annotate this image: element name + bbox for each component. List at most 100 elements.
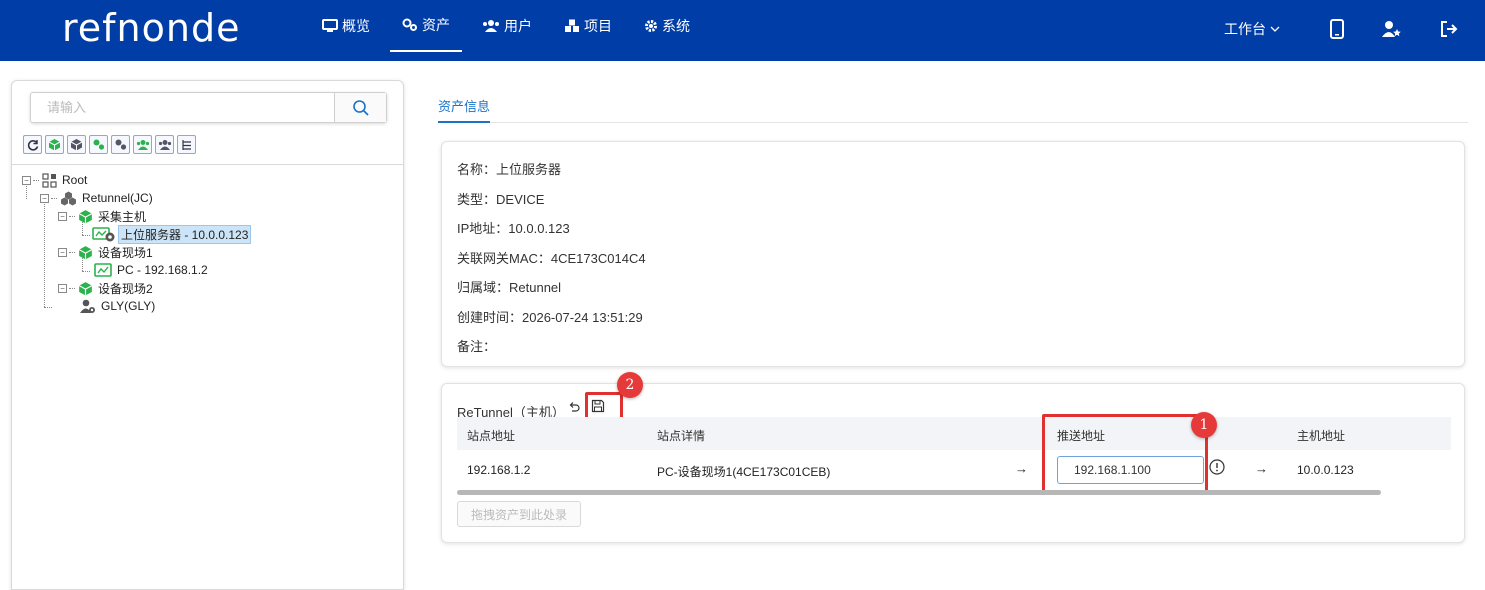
add-device-button[interactable] xyxy=(89,135,108,154)
horizontal-scrollbar[interactable] xyxy=(457,490,1381,495)
users-green-icon xyxy=(136,139,149,150)
cell-site-detail: PC-设备现场1(4CE173C01CEB) xyxy=(657,465,831,479)
brand-logo[interactable]: refnonde xyxy=(62,6,240,50)
tree-node-root[interactable]: − Root xyxy=(22,171,87,189)
tree-node-domain[interactable]: − Retunnel(JC) xyxy=(40,189,153,207)
info-key: IP地址： xyxy=(457,221,509,236)
add-users-button[interactable] xyxy=(133,135,152,154)
workbench-label: 工作台 xyxy=(1224,21,1266,37)
nav-users-label: 用户 xyxy=(504,18,532,34)
undo-icon[interactable] xyxy=(568,401,580,413)
tree-node-label: Retunnel(JC) xyxy=(82,191,153,205)
list-tree-button[interactable] xyxy=(177,135,196,154)
tree-node-group-collect[interactable]: − 采集主机 xyxy=(58,207,146,225)
highlight-box-input xyxy=(1042,414,1208,493)
col-site-detail: 站点详情 xyxy=(657,429,706,443)
info-domain: 归属域：Retunnel xyxy=(457,277,561,296)
tree-node-label: 设备现场2 xyxy=(98,281,153,296)
tree-search-button[interactable] xyxy=(334,93,386,122)
mobile-icon[interactable] xyxy=(1330,19,1344,39)
info-key: 创建时间： xyxy=(457,310,523,325)
tree-connector xyxy=(44,307,52,308)
info-mac: 关联网关MAC：4CE173C014C4 xyxy=(457,248,646,267)
chevron-down-icon xyxy=(1270,26,1280,32)
tree-toolbar xyxy=(23,135,199,154)
grid-icon xyxy=(42,172,57,188)
tree-node-group-site2[interactable]: − 设备现场2 xyxy=(58,279,153,297)
retunnel-card: ReTunnel（主机） 2 站点地址 站点详情 推送地址 主机地址 192.1… xyxy=(441,372,1465,543)
info-value: 2026-07-24 13:51:29 xyxy=(522,310,643,325)
info-note: 备注： xyxy=(457,336,496,355)
drop-asset-zone[interactable]: 拖拽资产到此处录 xyxy=(457,501,581,527)
collapse-icon[interactable]: − xyxy=(58,211,67,221)
info-key: 类型： xyxy=(457,192,497,207)
nav-assets[interactable]: 资产 xyxy=(390,0,462,52)
cell-host-addr: 10.0.0.123 xyxy=(1297,463,1354,477)
nav-overview-label: 概览 xyxy=(342,18,370,34)
tree-node-group-site1[interactable]: − 设备现场1 xyxy=(58,243,153,261)
add-group-button[interactable] xyxy=(45,135,64,154)
info-value: 4CE173C014C4 xyxy=(550,251,646,266)
tree-dash xyxy=(69,215,75,217)
tab-asset-info[interactable]: 资产信息 xyxy=(438,94,491,123)
info-key: 关联网关MAC： xyxy=(457,251,551,266)
tree-node-server[interactable]: 上位服务器 - 10.0.0.123 xyxy=(92,224,252,244)
nav-users[interactable]: 用户 xyxy=(470,0,544,52)
user-star-icon[interactable] xyxy=(1382,20,1402,38)
tree-search-input[interactable] xyxy=(31,93,334,122)
user-gear-icon xyxy=(80,299,96,314)
info-value: DEVICE xyxy=(496,192,545,207)
cube-green-icon xyxy=(78,245,93,260)
tree-node-pc[interactable]: PC - 192.168.1.2 xyxy=(94,261,208,279)
info-ip: IP地址：10.0.0.123 xyxy=(457,218,570,237)
nav-projects[interactable]: 项目 xyxy=(552,0,624,52)
asset-info-card: 名称：上位服务器 类型：DEVICE IP地址：10.0.0.123 关联网关M… xyxy=(441,141,1465,367)
tree-connector xyxy=(82,235,90,236)
toolbar-divider xyxy=(12,164,403,165)
cubes-icon xyxy=(60,191,77,206)
cogs-icon xyxy=(402,18,417,31)
users-gray-icon xyxy=(158,139,171,150)
cube-gray-icon xyxy=(70,139,83,151)
manage-users-button[interactable] xyxy=(155,135,174,154)
info-type: 类型：DEVICE xyxy=(457,189,544,208)
detail-tabs: 资产信息 xyxy=(438,94,1468,123)
info-created: 创建时间：2026-07-24 13:51:29 xyxy=(457,307,643,326)
asset-tree-panel: − Root − Retunnel(JC) − 采集主机 上位服务器 - 10.… xyxy=(11,80,404,590)
add-layer-button[interactable] xyxy=(67,135,86,154)
main-nav: 概览 资产 用户 项目 系统 xyxy=(310,0,710,61)
info-key: 名称： xyxy=(457,162,497,177)
tree-node-label: GLY(GLY) xyxy=(101,299,156,313)
step-badge-2: 2 xyxy=(617,372,643,398)
tree-dash xyxy=(69,287,75,289)
collapse-icon[interactable]: − xyxy=(22,175,31,185)
tree-node-user[interactable]: GLY(GLY) xyxy=(80,297,155,315)
collapse-icon[interactable]: − xyxy=(58,247,67,257)
search-icon xyxy=(352,99,369,116)
add-asset-button[interactable] xyxy=(111,135,130,154)
cube-green-icon xyxy=(78,209,93,224)
workbench-dropdown[interactable]: 工作台 xyxy=(1224,19,1280,39)
tree-node-label: PC - 192.168.1.2 xyxy=(117,263,208,277)
collapse-icon[interactable]: − xyxy=(58,283,67,293)
nav-system[interactable]: 系统 xyxy=(632,0,702,52)
table-row: 192.168.1.2 PC-设备现场1(4CE173C01CEB) → → 1… xyxy=(457,452,1451,488)
device-chart-icon xyxy=(94,263,112,277)
users-icon xyxy=(483,20,499,32)
refresh-button[interactable] xyxy=(23,135,42,154)
warning-icon[interactable] xyxy=(1209,459,1225,478)
header-actions: 工作台 xyxy=(1224,0,1485,58)
collapse-icon[interactable]: − xyxy=(40,193,49,203)
info-key: 备注： xyxy=(457,339,497,354)
info-value: 上位服务器 xyxy=(496,162,562,177)
step-badge-1: 1 xyxy=(1191,412,1217,438)
nav-overview[interactable]: 概览 xyxy=(310,0,382,52)
info-key: 归属域： xyxy=(457,280,510,295)
tree-dash xyxy=(51,197,57,199)
col-host-addr: 主机地址 xyxy=(1297,429,1346,443)
nav-projects-label: 项目 xyxy=(584,18,612,34)
cube-green-icon xyxy=(48,139,61,151)
monitor-icon xyxy=(322,19,338,32)
logout-icon[interactable] xyxy=(1440,20,1458,38)
tree-node-label: 设备现场1 xyxy=(98,245,153,260)
